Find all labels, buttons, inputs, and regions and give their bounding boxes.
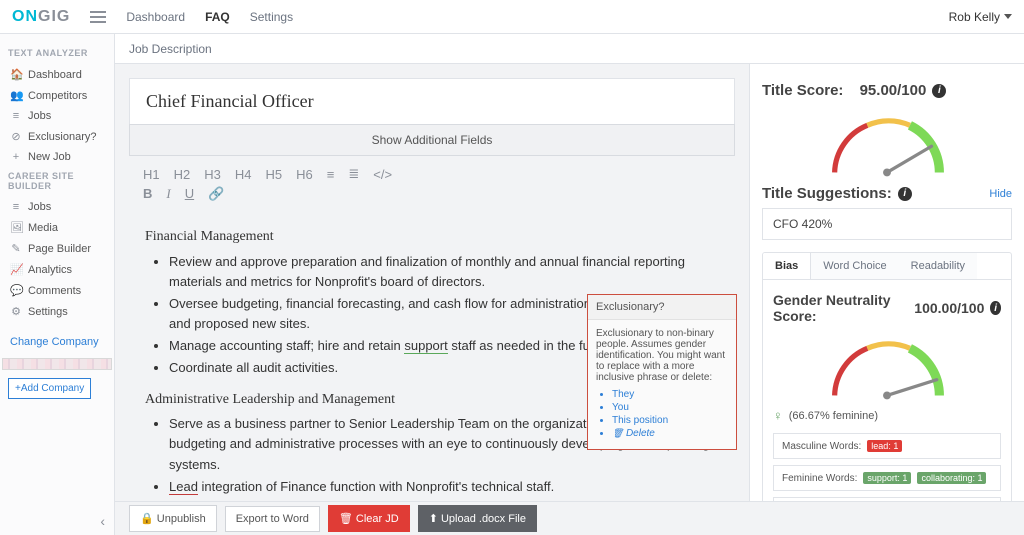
export-word-button[interactable]: Export to Word	[225, 506, 320, 532]
breadcrumb: Job Description	[115, 34, 1024, 64]
sidebar-new-job[interactable]: +New Job	[8, 147, 106, 167]
pencil-icon: ✎	[10, 242, 22, 255]
unpublish-button[interactable]: 🔒 Unpublish	[129, 505, 217, 532]
sidebar: TEXT ANALYZER 🏠Dashboard 👥Competitors ≡J…	[0, 34, 115, 535]
sidebar-sec2-title: CAREER SITE BUILDER	[8, 171, 106, 191]
bold-button[interactable]: B	[143, 186, 152, 202]
gear-icon: ⚙	[10, 305, 22, 318]
word-tag[interactable]: collaborating: 1	[917, 472, 986, 484]
dashboard-icon: 🏠	[10, 68, 22, 81]
word-tag[interactable]: support: 1	[863, 472, 911, 484]
list-item: Review and approve preparation and final…	[169, 252, 719, 292]
list-item: Lead integration of Finance function wit…	[169, 477, 719, 497]
tab-bias[interactable]: Bias	[763, 253, 811, 279]
popup-title: Exclusionary?	[588, 295, 736, 320]
plus-icon: +	[10, 151, 22, 163]
masculine-words-row: Masculine Words: lead: 1	[773, 433, 1001, 459]
info-icon[interactable]: i	[990, 301, 1001, 315]
sidebar-media[interactable]: 🖼Media	[8, 217, 106, 238]
editor-toolbar: H1 H2 H3 H4 H5 H6 ≡ ≣ </>	[129, 156, 735, 182]
popup-option[interactable]: This position	[612, 415, 728, 426]
code-button[interactable]: </>	[373, 167, 392, 182]
sidebar-competitors[interactable]: 👥Competitors	[8, 85, 106, 106]
sidebar-analytics[interactable]: 📈Analytics	[8, 259, 106, 280]
brand-logo: ONGIG	[12, 8, 70, 26]
nav-settings[interactable]: Settings	[250, 10, 293, 24]
company-selector[interactable]	[2, 358, 112, 370]
tab-word-choice[interactable]: Word Choice	[811, 253, 898, 279]
word-tag[interactable]: lead: 1	[867, 440, 902, 452]
title-score-gauge	[807, 107, 967, 179]
popup-message: Exclusionary to non-binary people. Assum…	[596, 328, 728, 383]
italic-button[interactable]: I	[166, 186, 170, 202]
clear-jd-button[interactable]: 🗑 Clear JD	[328, 505, 410, 532]
hamburger-icon[interactable]	[90, 11, 106, 23]
sidebar-dashboard[interactable]: 🏠Dashboard	[8, 64, 106, 85]
people-icon: 👥	[10, 89, 22, 102]
sidebar-page-builder[interactable]: ✎Page Builder	[8, 238, 106, 259]
popup-option[interactable]: You	[612, 402, 728, 413]
title-score-heading: Title Score: 95.00/100 i	[762, 82, 1012, 99]
sidebar-exclusionary[interactable]: ⊘Exclusionary?	[8, 126, 106, 147]
user-name: Rob Kelly	[949, 10, 1000, 24]
sidebar-jobs-ta[interactable]: ≡Jobs	[8, 106, 106, 126]
ol-button[interactable]: ≣	[348, 166, 359, 182]
sidebar-settings[interactable]: ⚙Settings	[8, 301, 106, 322]
feminine-words-row: Feminine Words: support: 1 collaborating…	[773, 465, 1001, 491]
h3-button[interactable]: H3	[204, 167, 221, 182]
link-button[interactable]: 🔗	[208, 186, 224, 202]
female-icon: ♀	[773, 408, 783, 423]
hide-link[interactable]: Hide	[989, 188, 1012, 200]
chart-icon: 📈	[10, 263, 22, 276]
info-icon[interactable]: i	[932, 84, 946, 98]
add-company-button[interactable]: +Add Company	[8, 378, 91, 399]
change-company-link[interactable]: Change Company	[8, 332, 106, 352]
user-menu[interactable]: Rob Kelly	[949, 10, 1012, 24]
sidebar-comments[interactable]: 💬Comments	[8, 280, 106, 301]
sidebar-jobs-csb[interactable]: ≡Jobs	[8, 197, 106, 217]
h2-button[interactable]: H2	[174, 167, 191, 182]
title-suggestions-heading: Title Suggestions: i	[762, 185, 912, 202]
job-title-field[interactable]: Chief Financial Officer	[129, 78, 735, 125]
h1-button[interactable]: H1	[143, 167, 160, 182]
collapse-sidebar-icon[interactable]: ‹	[100, 513, 105, 529]
gender-neutrality-gauge	[807, 330, 967, 402]
ul-button[interactable]: ≡	[327, 167, 335, 182]
ban-icon: ⊘	[10, 130, 22, 143]
upload-docx-button[interactable]: ⬆ Upload .docx File	[418, 505, 537, 532]
sidebar-sec1-title: TEXT ANALYZER	[8, 48, 106, 58]
info-icon[interactable]: i	[898, 187, 912, 201]
list-icon: ≡	[10, 110, 22, 122]
title-suggestion-item[interactable]: CFO 420%	[762, 208, 1012, 240]
comment-icon: 💬	[10, 284, 22, 297]
list-icon: ≡	[10, 201, 22, 213]
section-heading: Financial Management	[145, 226, 719, 248]
h4-button[interactable]: H4	[235, 167, 252, 182]
tab-readability[interactable]: Readability	[899, 253, 977, 279]
analysis-tabs: Bias Word Choice Readability	[762, 252, 1012, 280]
action-bar: 🔒 Unpublish Export to Word 🗑 Clear JD ⬆ …	[115, 501, 1024, 535]
h6-button[interactable]: H6	[296, 167, 313, 182]
show-additional-fields-button[interactable]: Show Additional Fields	[129, 124, 735, 156]
nav-dashboard[interactable]: Dashboard	[126, 10, 185, 24]
underline-button[interactable]: U	[185, 186, 194, 202]
analysis-panel: Title Score: 95.00/100 i Title Suggestio…	[749, 64, 1024, 501]
feminine-percent: ♀ (66.67% feminine)	[773, 408, 1001, 423]
gender-neutrality-heading: Gender Neutrality Score: 100.00/100i	[773, 292, 1001, 324]
caret-down-icon	[1004, 14, 1012, 19]
popup-option[interactable]: They	[612, 389, 728, 400]
popup-delete[interactable]: Delete	[612, 428, 728, 439]
nav-faq[interactable]: FAQ	[205, 10, 230, 24]
exclusionary-popup: Exclusionary? Exclusionary to non-binary…	[587, 294, 737, 450]
image-icon: 🖼	[10, 221, 22, 234]
h5-button[interactable]: H5	[266, 167, 283, 182]
feminine-word: support	[404, 338, 447, 354]
masculine-word: Lead	[169, 479, 198, 495]
